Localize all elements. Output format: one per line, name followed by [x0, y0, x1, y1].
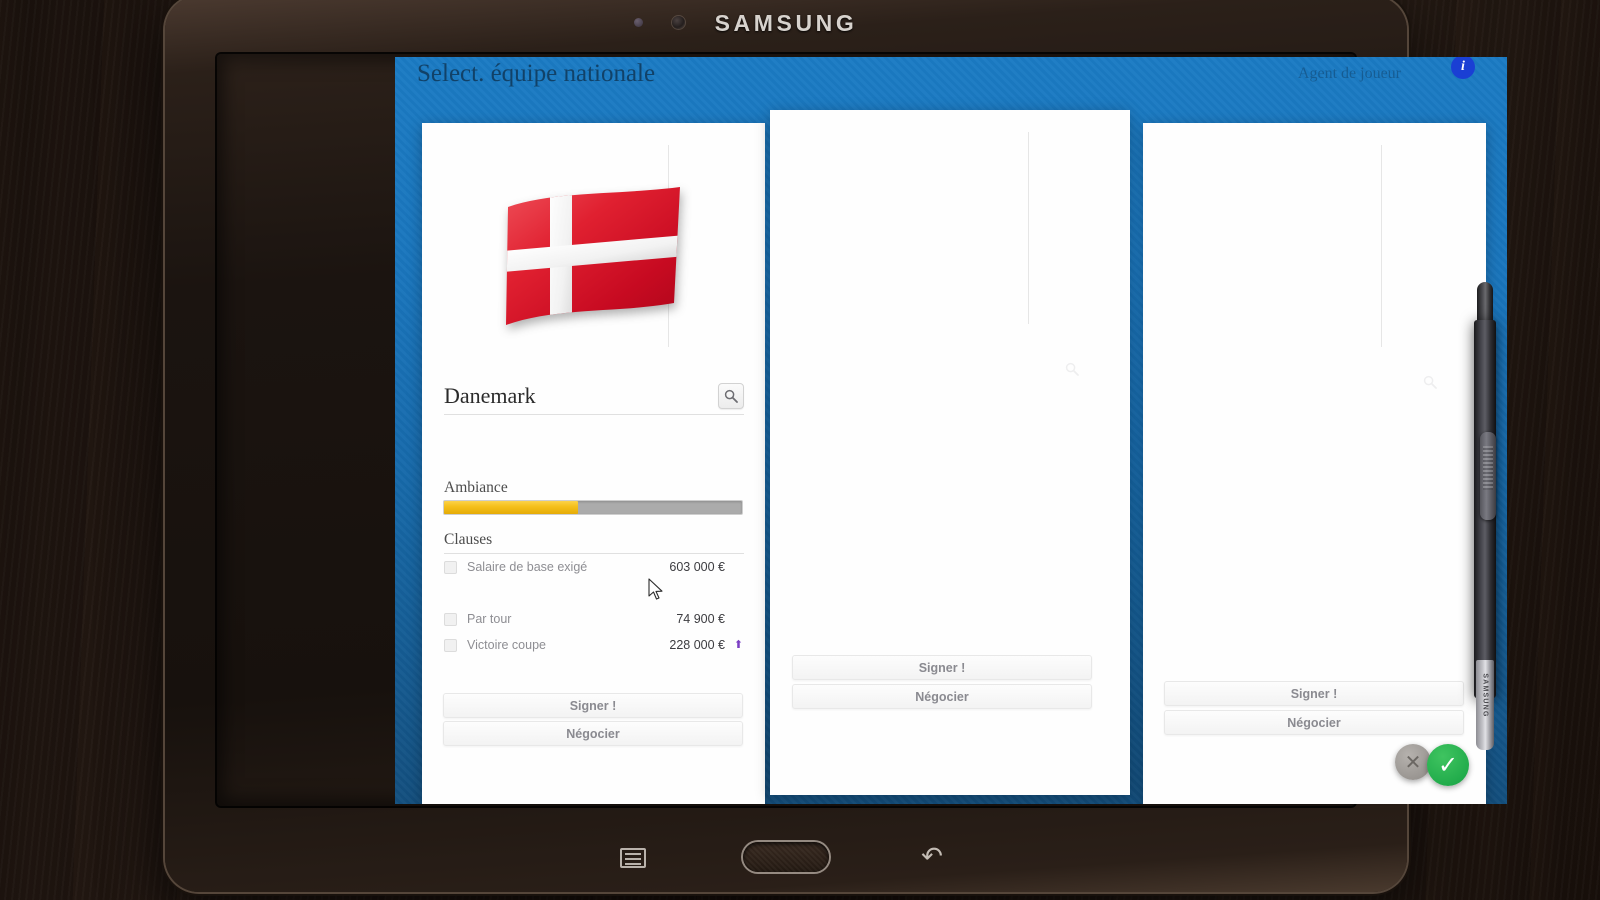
ambiance-progress-fill	[444, 501, 579, 514]
clause-label: Victoire coupe	[467, 638, 546, 652]
back-icon[interactable]: ↶	[917, 844, 947, 870]
team-card-middle[interactable]: Signer ! Négocier	[770, 110, 1130, 795]
s-pen-brand-text: SAMSUNG	[1481, 673, 1489, 718]
screenshot-root: SAMSUNG Select. équipe nationale Agent d…	[0, 0, 1600, 900]
clause-label: Par tour	[467, 612, 512, 626]
mouse-cursor	[648, 578, 663, 600]
sign-button[interactable]: Signer !	[443, 693, 743, 718]
samsung-tablet: SAMSUNG Select. équipe nationale Agent d…	[165, 0, 1507, 892]
samsung-brand-logo: SAMSUNG	[714, 10, 858, 36]
clause-row[interactable]: Salaire de base exigé 603 000 €	[444, 556, 744, 578]
clause-row[interactable]: Victoire coupe 228 000 € ⬆	[444, 634, 744, 656]
negotiate-button[interactable]: Négocier	[443, 721, 743, 746]
info-badge[interactable]: i	[1451, 57, 1475, 79]
s-pen-stylus[interactable]: SAMSUNG	[1474, 282, 1496, 750]
magnifier-icon[interactable]	[1423, 375, 1437, 394]
clause-row[interactable]: Par tour 74 900 €	[444, 608, 744, 630]
tablet-screen: Select. équipe nationale Agent de joueur…	[395, 57, 1507, 804]
clause-value: 74 900 €	[676, 612, 725, 626]
team-card-denmark[interactable]: Danemark Ambiance Clauses Salaire de bas…	[422, 123, 765, 804]
clause-value: 603 000 €	[669, 560, 725, 574]
s-pen-tip	[1477, 282, 1493, 324]
card-divider	[1381, 145, 1382, 347]
clause-checkbox[interactable]	[444, 638, 457, 652]
negotiate-button[interactable]: Négocier	[792, 684, 1092, 709]
magnifier-icon[interactable]	[1065, 362, 1079, 381]
clauses-divider	[444, 553, 744, 554]
s-pen-clip	[1480, 432, 1496, 520]
page-subtitle: Agent de joueur	[1297, 65, 1401, 82]
team-name-row: Danemark	[444, 383, 744, 415]
home-button[interactable]	[743, 842, 829, 872]
confirm-button[interactable]: ✓	[1427, 744, 1469, 786]
clause-checkbox[interactable]	[444, 612, 457, 626]
sign-button[interactable]: Signer !	[792, 655, 1092, 680]
card-divider	[1028, 132, 1029, 324]
clause-trend-icon: ⬆	[733, 638, 744, 651]
sign-button[interactable]: Signer !	[1164, 681, 1464, 706]
team-card-right[interactable]: Signer ! Négocier	[1143, 123, 1486, 804]
cancel-button[interactable]: ✕	[1395, 744, 1431, 780]
s-pen-end: SAMSUNG	[1476, 660, 1494, 750]
magnifier-icon[interactable]	[718, 383, 744, 409]
denmark-flag	[505, 187, 680, 325]
clause-checkbox[interactable]	[444, 560, 457, 574]
clauses-label: Clauses	[444, 531, 493, 548]
flag-container	[422, 185, 765, 333]
front-camera-icon	[672, 16, 685, 29]
ambiance-label: Ambiance	[444, 479, 508, 496]
front-sensor-icon	[634, 18, 643, 27]
clause-value: 228 000 €	[669, 638, 725, 652]
menu-icon[interactable]	[620, 848, 646, 868]
clause-label: Salaire de base exigé	[467, 560, 588, 574]
ambiance-progress-bar	[443, 500, 743, 515]
page-title: Select. équipe nationale	[417, 60, 656, 87]
team-name: Danemark	[444, 383, 536, 408]
negotiate-button[interactable]: Négocier	[1164, 710, 1464, 735]
